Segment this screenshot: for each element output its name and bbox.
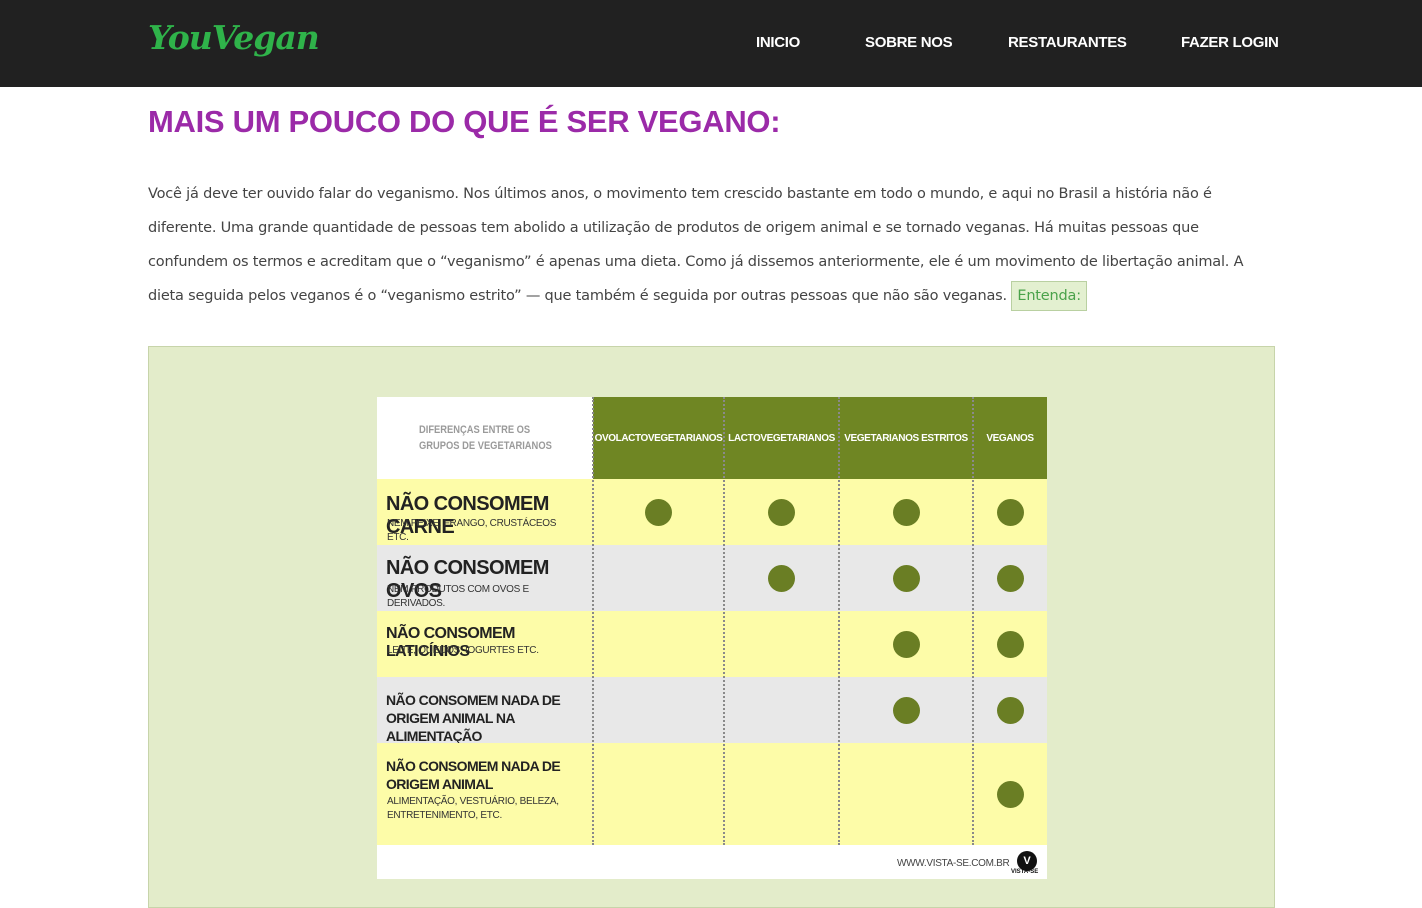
nav-restaurantes[interactable]: RESTAURANTES xyxy=(1008,34,1127,51)
intro-paragraph: Você já deve ter ouvido falar do veganis… xyxy=(148,177,1258,313)
table-row: NÃO CONSOMEM NADA DE ORIGEM ANIMAL ALIMEN… xyxy=(377,743,1047,845)
dot-mark xyxy=(768,564,795,592)
table-row: NÃO CONSOMEM OVOS NEM PRODUTOS COM OVOS E… xyxy=(377,545,1047,611)
nav-inicio[interactable]: INICIO xyxy=(756,34,800,51)
row-title: NÃO CONSOMEM NADA DE ORIGEM ANIMAL NA AL… xyxy=(386,692,561,744)
corner-label: DIFERENÇAS ENTRE OS GRUPOS DE VEGETARIAN… xyxy=(377,397,593,479)
navbar: YouVegan INICIO SOBRE NOS RESTAURANTES F… xyxy=(0,0,1422,87)
row-subtitle: ALIMENTAÇÃO, VESTUÁRIO, BELEZA, ENTRETEN… xyxy=(387,796,559,821)
row-subtitle: LEITE, QUEIJOS, IOGURTES ETC. xyxy=(387,645,539,656)
dot-mark xyxy=(892,564,920,592)
column-header: OVOLACTOVEGETARIANOS xyxy=(593,397,724,479)
column-separator xyxy=(723,397,725,845)
table-row: NÃO CONSOMEM LATICÍNIOS LEITE, QUEIJOS, I… xyxy=(377,611,1047,677)
column-header: LACTOVEGETARIANOS xyxy=(724,397,839,479)
row-title: NÃO CONSOMEM NADA DE ORIGEM ANIMAL xyxy=(386,758,561,792)
dot-mark xyxy=(996,696,1024,724)
vista-se-logo-text: VISTA-SE xyxy=(1011,869,1039,875)
column-separator xyxy=(592,397,594,845)
entenda-link[interactable]: Entenda: xyxy=(1011,281,1087,311)
dot-mark xyxy=(996,564,1024,592)
dot-mark xyxy=(892,630,920,658)
dot-mark xyxy=(996,630,1024,658)
dot-mark xyxy=(996,498,1024,526)
column-separator xyxy=(972,397,974,845)
dot-mark xyxy=(768,498,795,526)
site-logo[interactable]: YouVegan xyxy=(148,18,320,57)
dot-mark xyxy=(996,780,1024,808)
row-subtitle: NEM PRODUTOS COM OVOS E DERIVADOS. xyxy=(387,584,529,609)
page-title: MAIS UM POUCO DO QUE É SER VEGANO: xyxy=(148,104,781,139)
infographic-footer: WWW.VISTA-SE.COM.BR V VISTA-SE xyxy=(377,845,1047,879)
infographic-panel: DIFERENÇAS ENTRE OS GRUPOS DE VEGETARIAN… xyxy=(148,346,1275,908)
nav-fazer-login[interactable]: FAZER LOGIN xyxy=(1181,34,1279,51)
nav-sobre-nos[interactable]: SOBRE NOS xyxy=(865,34,953,51)
dot-mark xyxy=(645,498,672,526)
footer-url: WWW.VISTA-SE.COM.BR xyxy=(897,858,1010,869)
row-subtitle: NEM PEIXE, FRANGO, CRUSTÁCEOS ETC. xyxy=(387,518,557,543)
table-row: NÃO CONSOMEM NADA DE ORIGEM ANIMAL NA AL… xyxy=(377,677,1047,744)
corner-label-text: DIFERENÇAS ENTRE OS GRUPOS DE VEGETARIAN… xyxy=(419,424,552,452)
dot-mark xyxy=(892,696,920,724)
column-header: VEGANOS xyxy=(973,397,1047,479)
infographic-table: DIFERENÇAS ENTRE OS GRUPOS DE VEGETARIAN… xyxy=(377,397,1047,879)
column-header: VEGETARIANOS ESTRITOS xyxy=(839,397,973,479)
table-row: NÃO CONSOMEM CARNE NEM PEIXE, FRANGO, CRU… xyxy=(377,479,1047,545)
dot-mark xyxy=(892,498,920,526)
column-separator xyxy=(838,397,840,845)
vista-se-logo-icon: V xyxy=(1017,851,1037,871)
